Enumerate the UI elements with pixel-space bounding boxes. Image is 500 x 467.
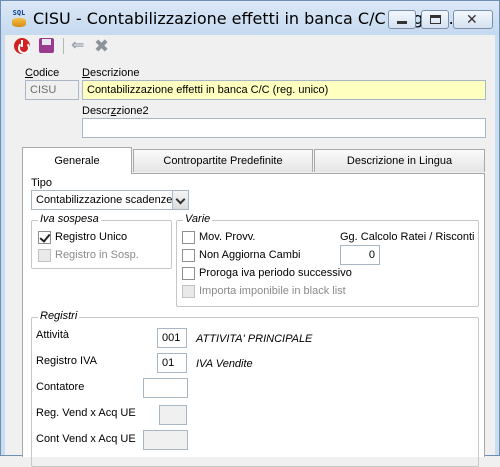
registro-unico-checkbox[interactable] (38, 231, 51, 244)
tab-descrizione-in-lingua[interactable]: Descrizione in Lingua (314, 149, 485, 172)
contatore-label: Contatore (36, 381, 85, 393)
app-logo-text: SQL (12, 9, 26, 17)
reg-vend-label: Reg. Vend x Acq UE (36, 407, 136, 419)
gg-calcolo-field[interactable]: 0 (340, 245, 380, 265)
tab-panel-generale: Tipo Contabilizzazione scadenze Iva sosp… (22, 173, 485, 467)
importa-imponibile-checkbox (182, 285, 195, 298)
gg-calcolo-label: Gg. Calcolo Ratei / Risconti (340, 231, 475, 243)
iva-sospesa-title: Iva sospesa (38, 213, 101, 225)
descrizione-label: Descrizione (82, 67, 140, 79)
varie-group: Varie Mov. Provv. Gg. Calcolo Ratei / Ri… (176, 213, 479, 307)
chevron-down-icon[interactable] (172, 191, 188, 209)
registro-iva-label: Registro IVA (36, 355, 97, 367)
contatore-field[interactable] (143, 378, 188, 398)
tipo-select[interactable]: Contabilizzazione scadenze (31, 190, 189, 210)
codice-field: CISU (25, 80, 79, 100)
iva-sospesa-group: Iva sospesa Registro Unico Registro in S… (31, 213, 172, 269)
registro-iva-description: IVA Vendite (196, 358, 253, 370)
delete-icon[interactable]: ✖ (94, 37, 112, 55)
attivita-code-field[interactable]: 001 (157, 328, 187, 348)
proroga-iva-label: Proroga iva periodo successivo (199, 267, 352, 279)
close-icon: ✕ (466, 11, 478, 27)
close-button[interactable]: ✕ (453, 10, 493, 29)
app-logo-icon: SQL (9, 9, 29, 29)
registro-unico-label: Registro Unico (55, 231, 128, 243)
attivita-label: Attività (36, 329, 70, 341)
toolbar-separator (63, 38, 64, 54)
power-icon[interactable] (13, 37, 31, 55)
save-icon[interactable] (38, 37, 56, 55)
registri-group: Registri Attività 001 ATTIVITA' PRINCIPA… (31, 310, 479, 467)
registri-title: Registri (38, 310, 80, 322)
undo-icon[interactable]: ⇐ (71, 37, 89, 55)
cont-vend-label: Cont Vend x Acq UE (36, 433, 136, 445)
registro-in-sosp-label: Registro in Sosp. (55, 249, 139, 261)
varie-title: Varie (183, 213, 213, 225)
minimize-icon (397, 21, 407, 24)
title-bar[interactable]: SQL CISU - Contabilizzazione effetti in … (1, 1, 499, 35)
descrizione2-label: Descrzzione2 (82, 105, 149, 117)
codice-label: Codice (25, 67, 60, 79)
cont-vend-field (143, 430, 188, 450)
mov-provv-checkbox[interactable] (182, 231, 195, 244)
importa-imponibile-label: Importa imponibile in black list (199, 285, 346, 297)
proroga-iva-checkbox[interactable] (182, 267, 195, 280)
tab-generale[interactable]: Generale (22, 147, 132, 174)
non-aggiorna-cambi-checkbox[interactable] (182, 249, 195, 262)
main-window: SQL CISU - Contabilizzazione effetti in … (0, 0, 500, 467)
tab-contropartite-predefinite[interactable]: Contropartite Predefinite (133, 149, 313, 172)
maximize-button[interactable] (421, 10, 449, 29)
mov-provv-label: Mov. Provv. (199, 231, 256, 243)
reg-vend-field (159, 405, 187, 425)
minimize-button[interactable] (388, 10, 416, 29)
main-panel: Codice CISU Descrizione Contabilizzazion… (5, 57, 495, 467)
toolbar: ⇐ ✖ (5, 35, 495, 57)
registro-in-sosp-checkbox (38, 249, 51, 262)
attivita-description: ATTIVITA' PRINCIPALE (196, 333, 313, 345)
non-aggiorna-cambi-label: Non Aggiorna Cambi (199, 249, 301, 261)
tipo-select-value: Contabilizzazione scadenze (36, 194, 173, 206)
maximize-icon (430, 15, 441, 24)
descrizione-field[interactable]: Contabilizzazione effetti in banca C/C (… (82, 80, 486, 100)
descrizione2-field[interactable] (82, 118, 486, 138)
registro-iva-code-field[interactable]: 01 (157, 353, 187, 373)
tipo-label: Tipo (31, 177, 52, 189)
